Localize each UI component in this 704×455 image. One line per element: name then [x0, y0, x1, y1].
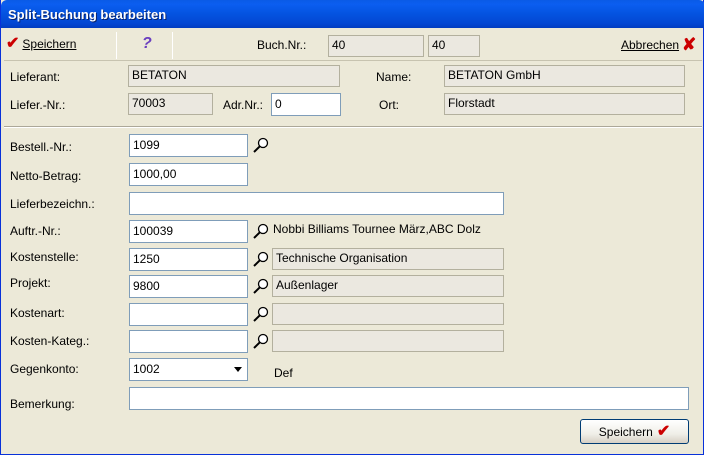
save-button-label: Speichern [598, 424, 653, 439]
gegenkonto-label: Gegenkonto: [10, 362, 79, 376]
buch-nr-field-2: 40 [428, 35, 480, 57]
buch-nr-field-1: 40 [328, 35, 424, 57]
search-magnifier-icon[interactable] [252, 137, 270, 153]
save-button[interactable]: Speichern ✔ [580, 419, 689, 444]
bestell-nr-label: Bestell.-Nr.: [10, 140, 73, 154]
cancel-label: Abbrechen [621, 38, 680, 52]
projekt-description: Außenlager [272, 275, 504, 297]
kostenart-input[interactable] [129, 303, 248, 326]
kosten-kateg-input[interactable] [129, 330, 248, 353]
kosten-kateg-description [272, 330, 504, 352]
gegenkonto-selected-value: 1002 [133, 362, 160, 376]
search-magnifier-icon[interactable] [252, 333, 270, 349]
help-button[interactable]: ? [142, 35, 152, 53]
kostenstelle-input[interactable]: 1250 [129, 248, 248, 271]
toolbar-save-button[interactable]: ✔ Speichern [6, 36, 76, 52]
toolbar: ✔ Speichern ? Buch.Nr.: 40 40 Abbrechen … [4, 30, 702, 61]
bemerkung-input[interactable] [129, 387, 689, 410]
liefer-nr-label: Liefer.-Nr.: [10, 98, 66, 112]
adr-nr-label: Adr.Nr.: [223, 98, 264, 112]
liefer-nr-field: 70003 [128, 93, 213, 115]
adr-nr-input[interactable]: 0 [271, 93, 341, 116]
search-magnifier-icon[interactable] [252, 251, 270, 267]
title-bar[interactable]: Split-Buchung bearbeiten [1, 0, 704, 28]
buch-nr-label: Buch.Nr.: [257, 38, 307, 52]
netto-betrag-input[interactable]: 1000,00 [129, 163, 248, 186]
auftr-nr-input[interactable]: 100039 [129, 220, 248, 243]
section-divider [4, 126, 702, 128]
search-magnifier-icon[interactable] [252, 306, 270, 322]
lieferbezeichnung-input[interactable] [129, 192, 504, 215]
gegenkonto-description: Def [274, 366, 293, 380]
projekt-label: Projekt: [10, 276, 51, 290]
name-label: Name: [376, 70, 412, 84]
chevron-down-icon [234, 367, 242, 372]
close-icon: ✘ [682, 35, 697, 54]
projekt-input[interactable]: 9800 [129, 275, 248, 298]
auftr-nr-label: Auftr.-Nr.: [10, 224, 61, 238]
toolbar-save-label: Speichern [22, 37, 77, 51]
auftr-description: Nobbi Billiams Tournee März,ABC Dolz [273, 222, 481, 236]
dialog-window: Split-Buchung bearbeiten ✔ Speichern ? B… [0, 0, 704, 455]
lieferant-field: BETATON [128, 65, 340, 87]
bestell-nr-input[interactable]: 1099 [129, 134, 248, 157]
lieferant-label: Lieferant: [10, 70, 61, 84]
kostenart-label: Kostenart: [10, 306, 65, 320]
lieferbezeichnung-label: Lieferbezeichn.: [10, 197, 95, 211]
kostenstelle-label: Kostenstelle: [10, 250, 79, 264]
kostenart-description [272, 303, 504, 325]
gegenkonto-select[interactable]: 1002 [129, 358, 248, 381]
toolbar-separator [116, 32, 117, 59]
bemerkung-label: Bemerkung: [10, 397, 75, 411]
window-title: Split-Buchung bearbeiten [8, 7, 167, 22]
search-magnifier-icon[interactable] [252, 278, 270, 294]
toolbar-separator [172, 32, 173, 59]
cancel-button[interactable]: Abbrechen ✘ [621, 35, 697, 54]
checkmark-icon: ✔ [6, 35, 20, 52]
kostenstelle-description: Technische Organisation [272, 248, 504, 270]
checkmark-icon: ✔ [656, 422, 671, 440]
name-field: BETATON GmbH [444, 65, 685, 87]
netto-betrag-label: Netto-Betrag: [10, 169, 82, 183]
kosten-kateg-label: Kosten-Kateg.: [10, 334, 90, 348]
search-magnifier-icon[interactable] [252, 223, 270, 239]
question-mark-icon: ? [142, 35, 152, 52]
ort-label: Ort: [379, 98, 399, 112]
ort-field: Florstadt [444, 93, 685, 115]
